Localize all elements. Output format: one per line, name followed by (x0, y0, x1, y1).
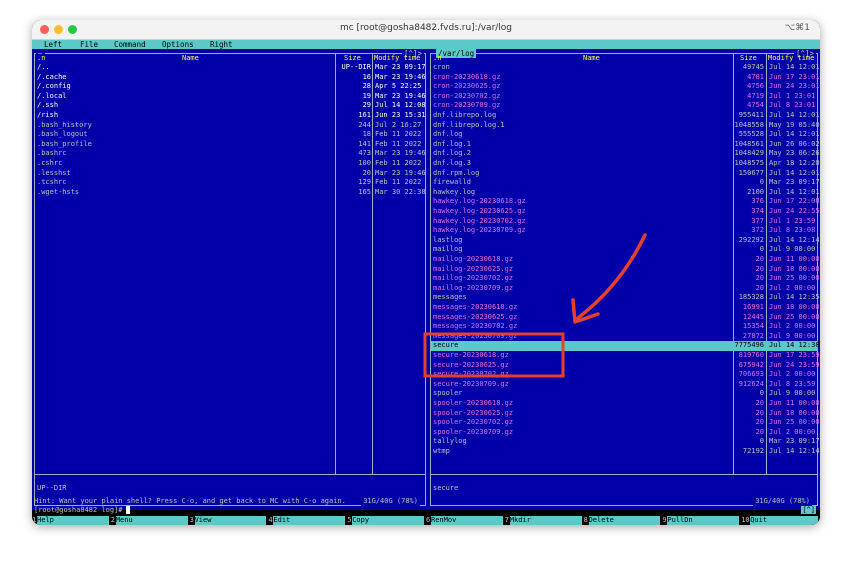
annotation-overlay (423, 233, 647, 378)
annotation-highlight-box (423, 332, 565, 378)
annotation-arrow-icon (576, 233, 647, 320)
